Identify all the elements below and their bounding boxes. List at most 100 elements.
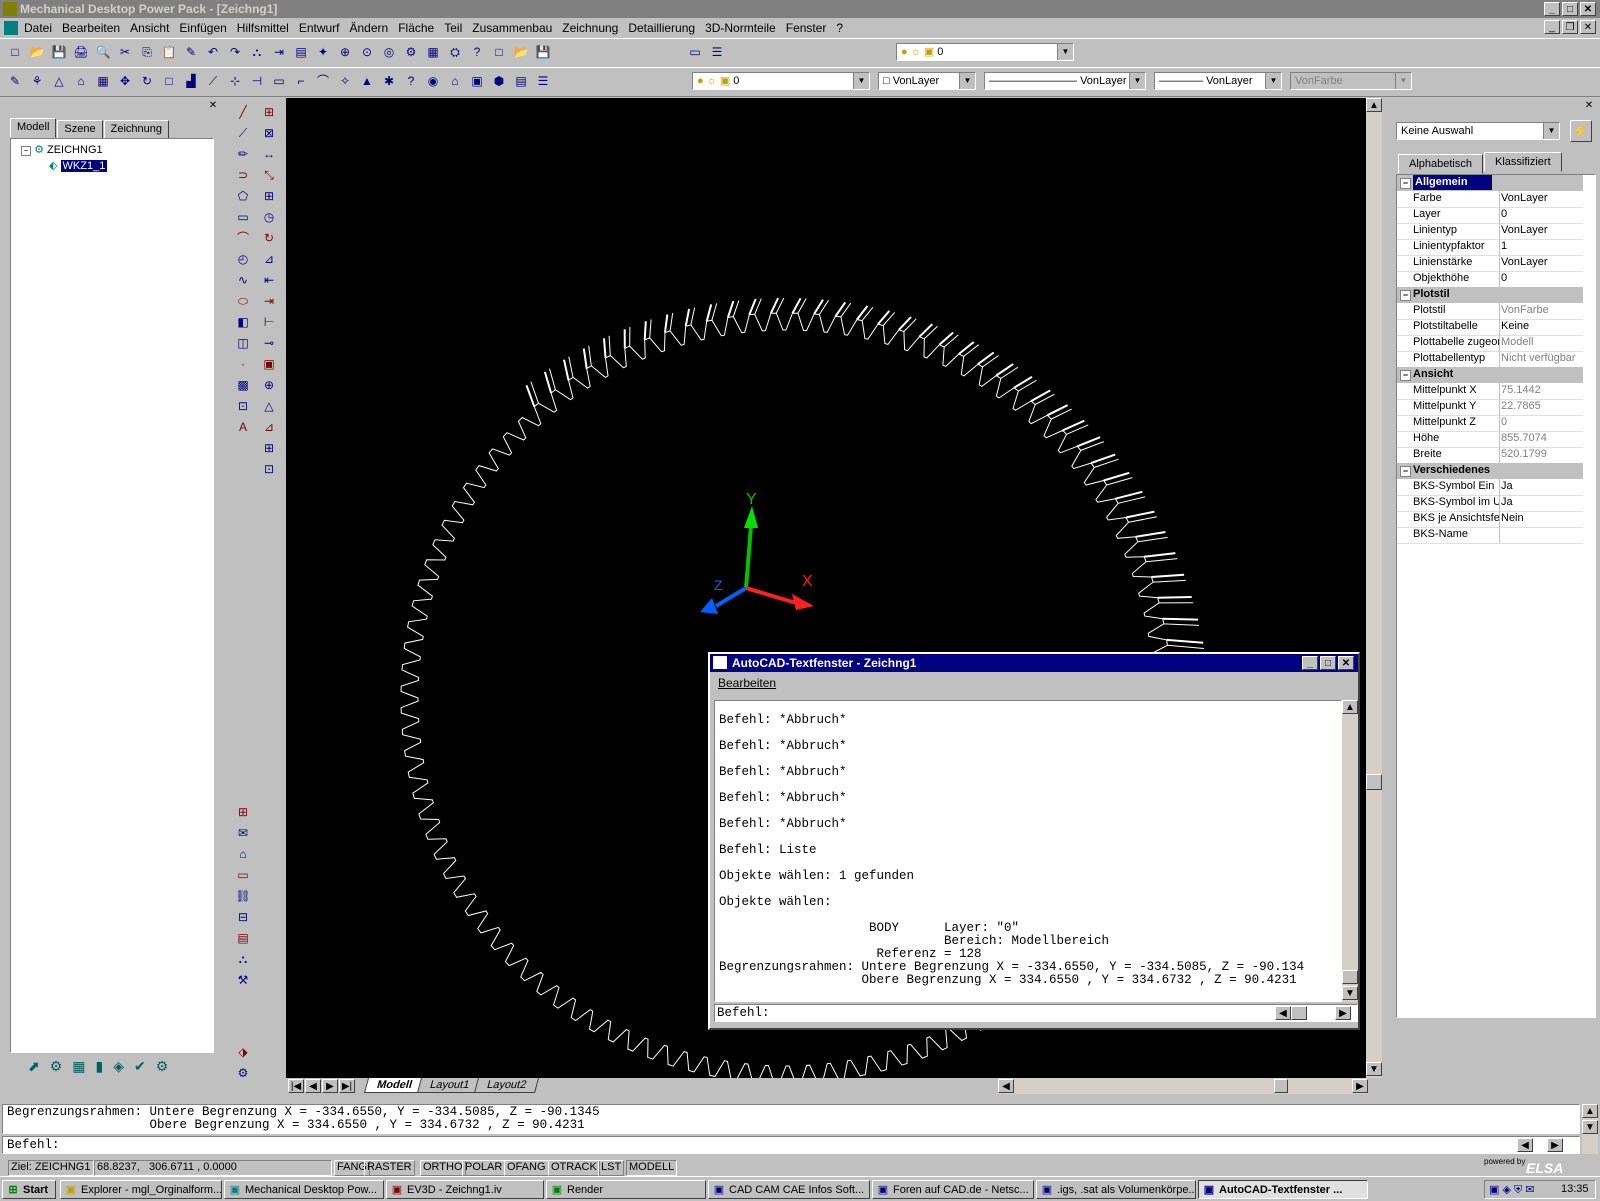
maximize-button[interactable]: □ — [1320, 656, 1336, 670]
chevron-down-icon[interactable]: ▼ — [1265, 73, 1281, 89]
new-icon[interactable]: □ — [6, 43, 24, 61]
menu-item-1[interactable]: Bearbeiten — [62, 21, 120, 35]
part-tool-icon-5[interactable]: ⊟ — [234, 908, 252, 926]
props-column-divider[interactable] — [1499, 175, 1500, 543]
edit-tool-icon-1[interactable]: ⚘ — [28, 72, 46, 90]
dim-tool-icon-13[interactable]: ⊕ — [260, 376, 278, 394]
browser-tool-icon[interactable]: ⚙ — [50, 1058, 63, 1075]
print-icon[interactable]: 🖨 — [72, 43, 90, 61]
menu-item-4[interactable]: Hilfsmittel — [237, 21, 289, 35]
taskbar-task[interactable]: ▣EV3D - Zeichng1.iv — [386, 1180, 544, 1199]
menu-item-2[interactable]: Ansicht — [130, 21, 169, 35]
props-row[interactable]: FarbeVonLayer — [1397, 191, 1583, 208]
scroll-thumb[interactable] — [1366, 774, 1382, 790]
chevron-down-icon[interactable]: ▼ — [1129, 73, 1145, 89]
doc-close-button[interactable]: ✕ — [1580, 20, 1596, 34]
props-category-verschiedenes[interactable]: −Verschiedenes — [1397, 463, 1583, 479]
text-window-history[interactable]: Befehl: *Abbruch*Befehl: *Abbruch*Befehl… — [714, 700, 1342, 1002]
redraw-icon[interactable]: ✦ — [314, 43, 332, 61]
first-tab-icon[interactable]: |◀ — [288, 1079, 304, 1093]
text-window-vscrollbar[interactable]: ▲ ▼ — [1342, 700, 1358, 1002]
misc-tool-icon-1[interactable]: ⚙ — [234, 1064, 252, 1082]
edit-tool-icon-11[interactable]: ⊣ — [248, 72, 266, 90]
menu-item-9[interactable]: Zusammenbau — [472, 21, 552, 35]
draw-tool-icon-8[interactable]: ∿ — [234, 271, 252, 289]
aerial-icon[interactable]: ▦ — [424, 43, 442, 61]
undo-icon[interactable]: ↶ — [204, 43, 222, 61]
browser-tool-icon[interactable]: ▦ — [72, 1058, 85, 1075]
scroll-thumb[interactable] — [1342, 970, 1358, 984]
layer-combo-top[interactable]: ● ☼ ▣ 0 ▼ — [896, 43, 1074, 61]
draw-tool-icon-2[interactable]: ✏ — [234, 145, 252, 163]
props-row-value[interactable]: 75.1442 — [1501, 383, 1589, 398]
edit-tool-icon-13[interactable]: ⌐ — [292, 72, 310, 90]
draw-tool-icon-9[interactable]: ⬭ — [234, 292, 252, 310]
display-icon[interactable]: ▭ — [686, 43, 704, 61]
menu-item-14[interactable]: ? — [836, 21, 843, 35]
draw-tool-icon-3[interactable]: ⊃ — [234, 166, 252, 184]
last-tab-icon[interactable]: ▶| — [339, 1079, 355, 1093]
draw-tool-icon-6[interactable]: ⌒ — [234, 229, 252, 247]
menu-item-11[interactable]: Detaillierung — [628, 21, 695, 35]
dim-tool-icon-5[interactable]: ◷ — [260, 208, 278, 226]
status-coordinates[interactable]: 68.8237, 306.6711 , 0.0000 — [94, 1160, 332, 1176]
draw-tool-icon-4[interactable]: ⬠ — [234, 187, 252, 205]
command-history[interactable]: Begrenzungsrahmen: Untere Begrenzung X =… — [2, 1104, 1580, 1134]
draw-tool-icon-14[interactable]: ⊡ — [234, 397, 252, 415]
save-part-icon[interactable]: 💾 — [534, 43, 552, 61]
scroll-right-icon[interactable]: ▶ — [1547, 1138, 1563, 1152]
tree-root[interactable]: − ⚙ ZEICHNG1 — [21, 143, 103, 156]
pan-icon[interactable]: ⊕ — [336, 43, 354, 61]
taskbar-task[interactable]: ▣.igs, .sat als Volumenkörpe... — [1036, 1180, 1196, 1199]
props-row[interactable]: Höhe855.7074 — [1397, 431, 1583, 448]
dim-tool-icon-0[interactable]: ⊞ — [260, 103, 278, 121]
props-row[interactable]: PlottabellentypNicht verfügbar — [1397, 351, 1583, 368]
dim-tool-icon-15[interactable]: ⊿ — [260, 418, 278, 436]
tab-szene[interactable]: Szene — [57, 120, 102, 140]
command-vscrollbar[interactable]: ▲ ▼ — [1582, 1104, 1598, 1154]
part-tool-icon-0[interactable]: ⊞ — [234, 803, 252, 821]
collapse-icon[interactable]: − — [1400, 370, 1411, 381]
minimize-button[interactable]: _ — [1302, 656, 1318, 670]
status-toggle-modell[interactable]: MODELL — [626, 1160, 677, 1176]
edit-tool-icon-17[interactable]: ✱ — [380, 72, 398, 90]
collapse-icon[interactable]: − — [1400, 290, 1411, 301]
browser-tool-icon[interactable]: ✔ — [134, 1058, 146, 1075]
props-row[interactable]: Mittelpunkt Z0 — [1397, 415, 1583, 432]
dim-tool-icon-17[interactable]: ⊡ — [260, 460, 278, 478]
props-row[interactable]: LinienstärkeVonLayer — [1397, 255, 1583, 272]
props-row-value[interactable]: Keine — [1501, 319, 1589, 334]
color-combo[interactable]: □ VonLayer ▼ — [878, 72, 976, 90]
props-row[interactable]: Mittelpunkt X75.1442 — [1397, 383, 1583, 400]
edit-tool-icon-14[interactable]: ⌒ — [314, 72, 332, 90]
taskbar-task[interactable]: ▣Explorer - mgl_Orginalform... — [60, 1180, 222, 1199]
scroll-right-icon[interactable]: ▶ — [1352, 1079, 1368, 1093]
props-category-allgemein[interactable]: −Allgemein — [1397, 175, 1583, 191]
chevron-down-icon[interactable]: ▼ — [959, 73, 975, 89]
dim-tool-icon-7[interactable]: ⊿ — [260, 250, 278, 268]
new-part-icon[interactable]: □ — [490, 43, 508, 61]
taskbar-task[interactable]: ▣AutoCAD-Textfenster ... — [1198, 1180, 1368, 1199]
dim-tool-icon-4[interactable]: ⊞ — [260, 187, 278, 205]
open-part-icon[interactable]: 📂 — [512, 43, 530, 61]
edit-tool-icon-19[interactable]: ◉ — [424, 72, 442, 90]
cut-icon[interactable]: ✂ — [116, 43, 134, 61]
draw-tool-icon-12[interactable]: · — [234, 355, 252, 373]
status-toggle-polar[interactable]: POLAR — [462, 1160, 505, 1176]
draw-tool-icon-11[interactable]: ◫ — [234, 334, 252, 352]
props-category-plotstil[interactable]: −Plotstil — [1397, 287, 1583, 303]
collapse-icon[interactable]: − — [1400, 178, 1411, 189]
status-toggle-ofang[interactable]: OFANG — [504, 1160, 549, 1176]
layer-manager-icon[interactable]: ☰ — [708, 43, 726, 61]
text-window-command-input[interactable]: Befehl: ◀ ▶ — [714, 1004, 1358, 1022]
props-row-value[interactable]: 0 — [1501, 207, 1589, 222]
part-tool-icon-4[interactable]: ⛓ — [234, 887, 252, 905]
props-row-value[interactable]: 0 — [1501, 271, 1589, 286]
menu-item-12[interactable]: 3D-Normteile — [705, 21, 776, 35]
edit-tool-icon-3[interactable]: ⌂ — [72, 72, 90, 90]
paste-icon[interactable]: 📋 — [160, 43, 178, 61]
status-toggle-otrack[interactable]: OTRACK — [548, 1160, 600, 1176]
selection-combo[interactable]: Keine Auswahl ▼ — [1396, 122, 1560, 140]
props-row[interactable]: Plottabelle zugeorModell — [1397, 335, 1583, 352]
menu-item-10[interactable]: Zeichnung — [562, 21, 618, 35]
